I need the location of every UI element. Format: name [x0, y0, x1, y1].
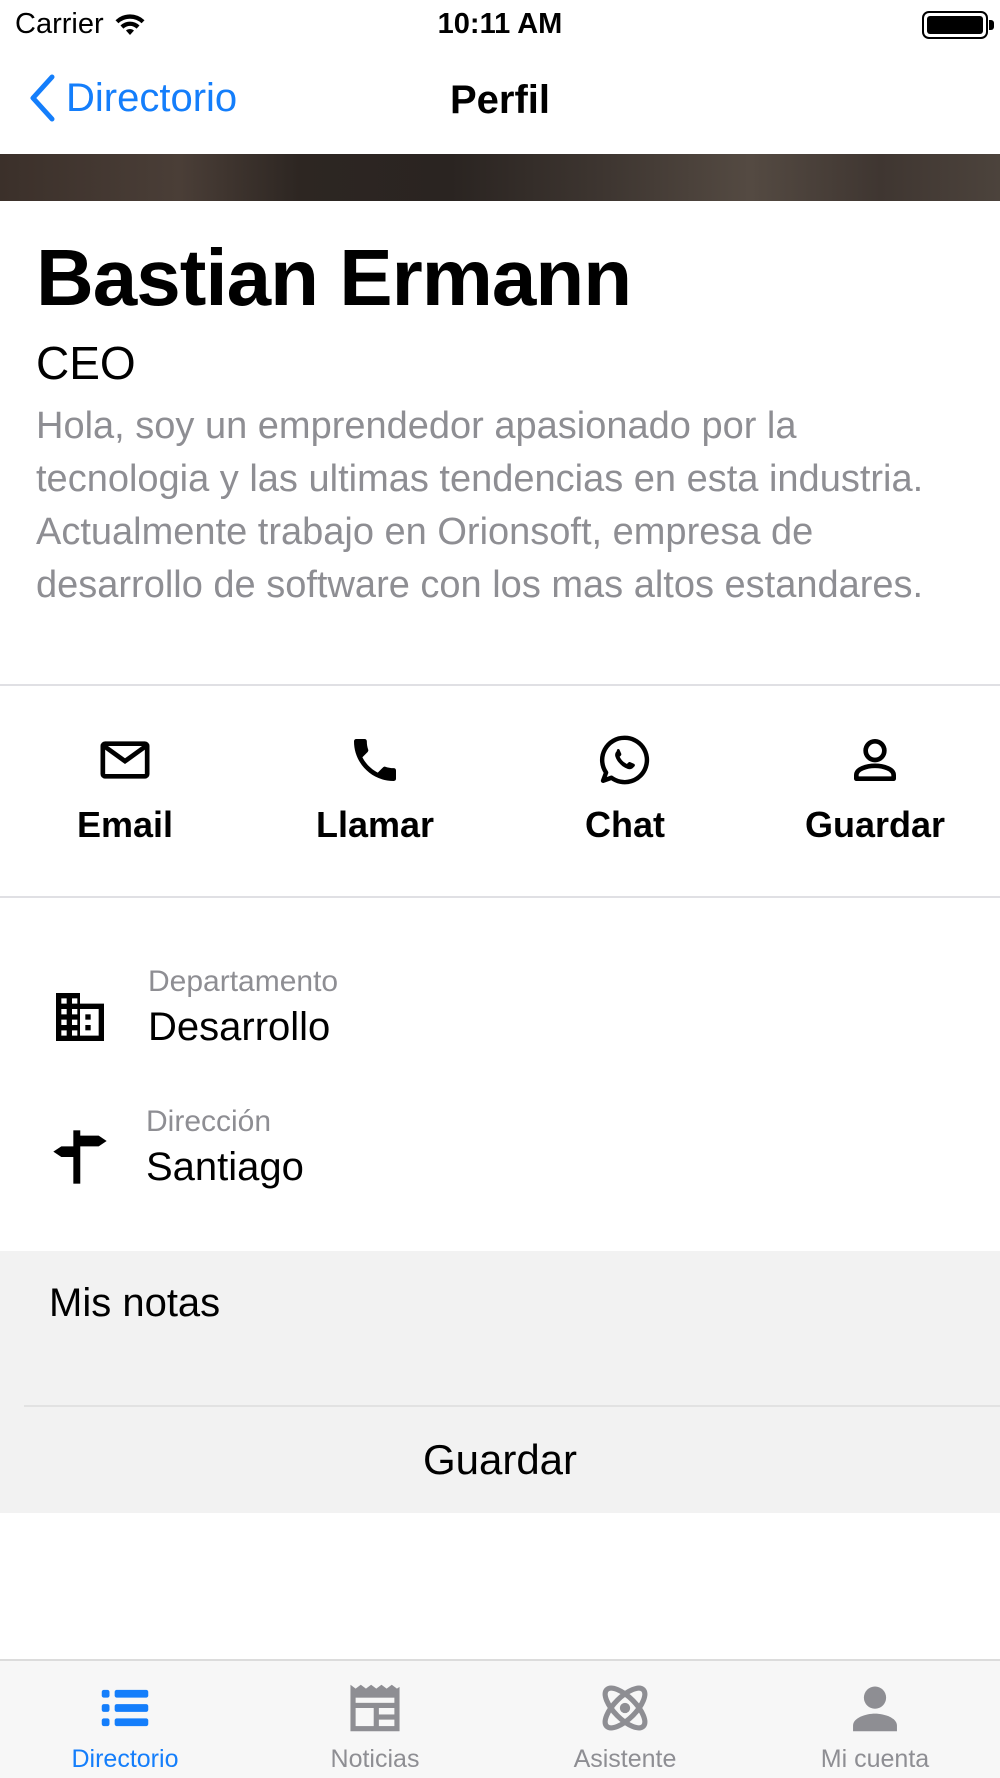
- profile-name: Bastian Ermann: [36, 233, 632, 322]
- person-icon: [854, 739, 896, 781]
- tab-label: Asistente: [573, 1745, 677, 1773]
- department-label: Departamento: [148, 965, 339, 998]
- department-value: Desarrollo: [148, 1005, 331, 1049]
- save-notes-button[interactable]: Guardar: [0, 1407, 1000, 1513]
- whatsapp-icon: [600, 735, 650, 785]
- building-icon: [56, 993, 104, 1041]
- call-label: Llamar: [315, 804, 435, 845]
- atom-icon: [602, 1685, 648, 1731]
- account-icon: [853, 1686, 897, 1732]
- email-label: Email: [76, 804, 174, 845]
- contact-actions: Email Llamar Chat Guardar: [0, 686, 1000, 896]
- save-contact-label: Guardar: [804, 804, 946, 845]
- status-time: 10:11 AM: [437, 8, 563, 40]
- chat-label: Chat: [585, 804, 665, 845]
- tab-label: Noticias: [330, 1745, 420, 1773]
- notes-input[interactable]: Mis notas: [49, 1281, 220, 1326]
- tab-asistente[interactable]: Asistente: [500, 1661, 750, 1778]
- navigation-bar: Directorio Perfil: [0, 50, 1000, 154]
- tab-bar: Directorio Noticias Asistente Mi cuenta: [0, 1659, 1000, 1778]
- chat-button[interactable]: Chat: [500, 686, 750, 896]
- save-contact-button[interactable]: Guardar: [750, 686, 1000, 896]
- status-bar: Carrier 10:11 AM: [0, 0, 1000, 50]
- tab-noticias[interactable]: Noticias: [250, 1661, 500, 1778]
- department-row: Departamento Desarrollo: [0, 957, 1000, 1067]
- mail-icon: [100, 741, 150, 779]
- address-value: Santiago: [146, 1145, 304, 1189]
- profile-bio: Hola, soy un emprendedor apasionado por …: [36, 405, 924, 606]
- address-row: Dirección Santiago: [0, 1097, 1000, 1207]
- divider: [0, 896, 1000, 898]
- email-button[interactable]: Email: [0, 686, 250, 896]
- battery-icon: [922, 11, 988, 39]
- tab-label: Directorio: [71, 1745, 179, 1773]
- phone-icon: [354, 739, 396, 781]
- cover-photo: [0, 154, 1000, 201]
- page-title: Perfil: [449, 78, 551, 122]
- list-icon: [101, 1689, 149, 1727]
- notes-section: Mis notas Guardar: [0, 1251, 1000, 1513]
- tab-label: Mi cuenta: [820, 1745, 930, 1773]
- tab-directorio[interactable]: Directorio: [0, 1661, 250, 1778]
- signpost-icon: [53, 1130, 107, 1184]
- tab-mi-cuenta[interactable]: Mi cuenta: [750, 1661, 1000, 1778]
- newspaper-icon: [350, 1684, 400, 1732]
- address-label: Dirección: [146, 1105, 272, 1138]
- battery-tip: [989, 20, 994, 30]
- call-button[interactable]: Llamar: [250, 686, 500, 896]
- profile-role: CEO: [36, 337, 136, 389]
